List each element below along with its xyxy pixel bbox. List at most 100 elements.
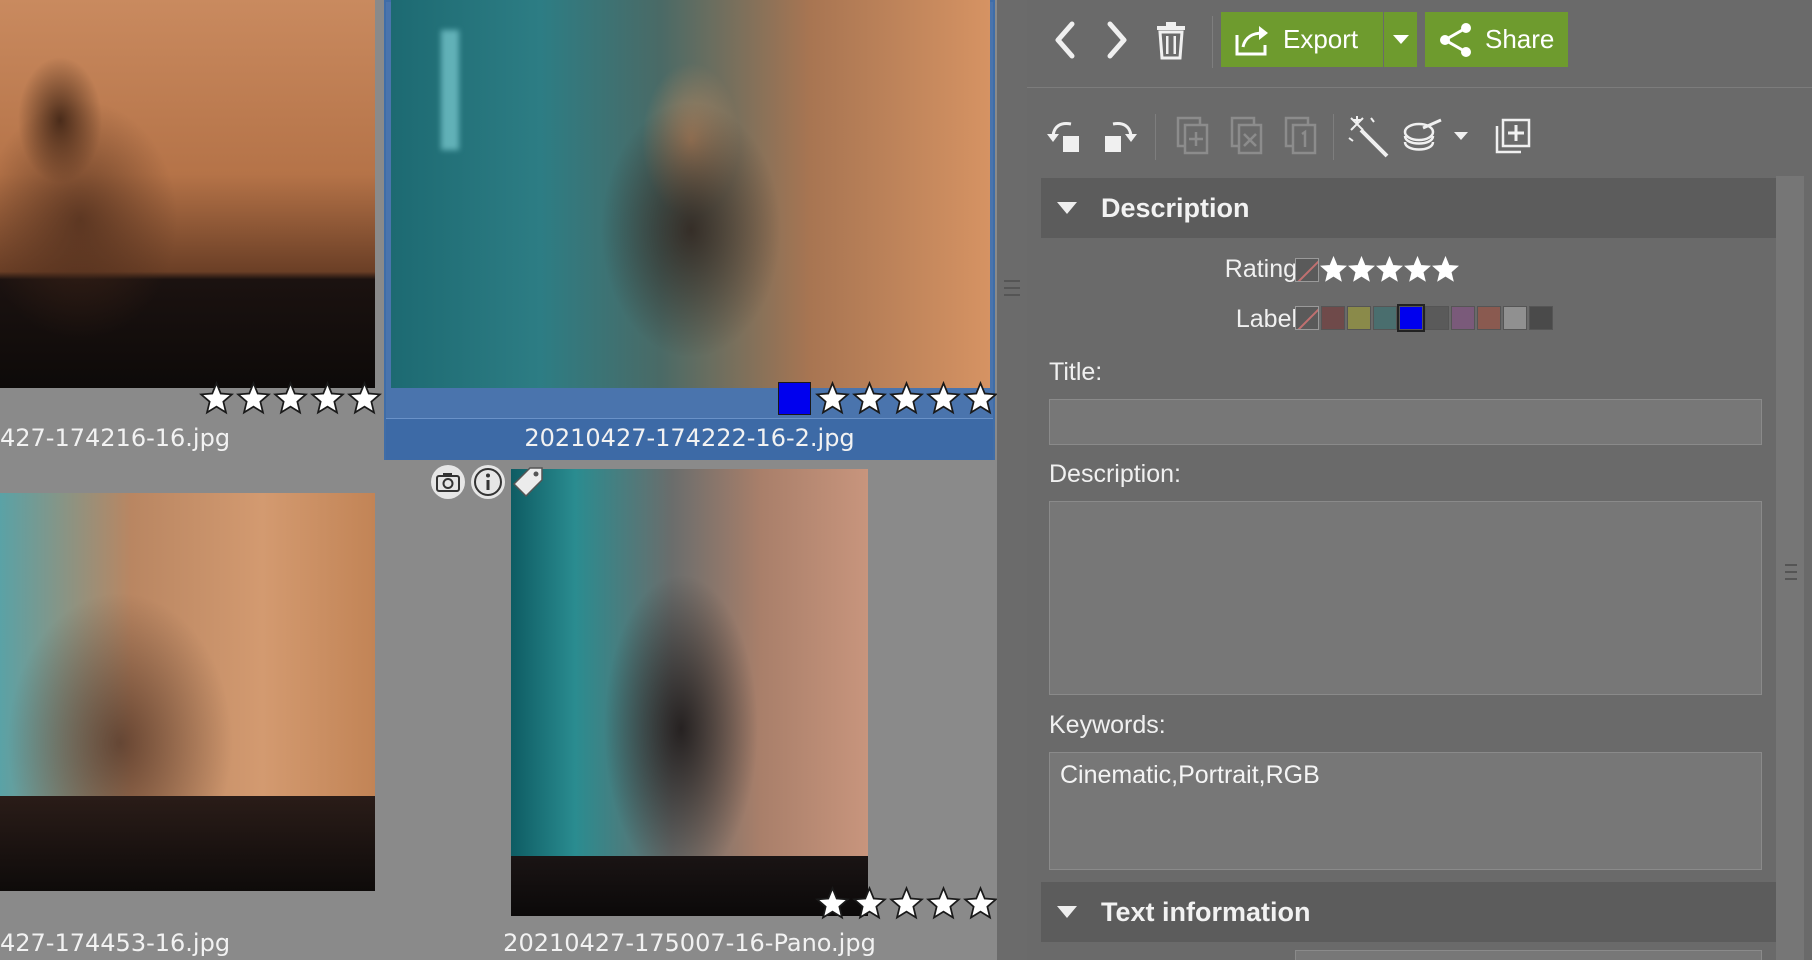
page-icon bbox=[1284, 116, 1317, 155]
rotate-right-icon bbox=[1105, 122, 1137, 152]
share-button[interactable]: Share bbox=[1425, 12, 1568, 67]
color-label-swatch[interactable] bbox=[1321, 306, 1345, 330]
rating-control[interactable] bbox=[1295, 256, 1459, 283]
star-icon[interactable] bbox=[815, 381, 850, 416]
label-label: Label: bbox=[1235, 305, 1304, 333]
layers-button[interactable] bbox=[1401, 114, 1447, 158]
color-label-swatch[interactable] bbox=[1503, 306, 1527, 330]
color-label-swatch[interactable] bbox=[1451, 306, 1475, 330]
forward-button[interactable] bbox=[1099, 18, 1135, 62]
thumbnail-browser[interactable]: 427-174216-16.jpg 20210427-174222-16-2.j… bbox=[0, 0, 997, 960]
add-page-icon bbox=[1495, 118, 1531, 154]
star-icon[interactable] bbox=[852, 381, 887, 416]
rating-star-icon[interactable] bbox=[1320, 256, 1347, 283]
color-label-swatch[interactable] bbox=[1477, 306, 1501, 330]
color-label-picker[interactable] bbox=[1295, 304, 1553, 332]
collapse-triangle-icon bbox=[1057, 906, 1077, 918]
color-label-swatch[interactable] bbox=[1347, 306, 1371, 330]
remove-button[interactable] bbox=[1229, 116, 1265, 156]
star-icon[interactable] bbox=[236, 381, 271, 416]
keywords-field-label: Keywords: bbox=[1049, 711, 1166, 739]
share-label: Share bbox=[1485, 24, 1555, 54]
rating-star-icon[interactable] bbox=[1348, 256, 1375, 283]
rotate-left-button[interactable] bbox=[1047, 114, 1087, 158]
no-rating-box[interactable] bbox=[1295, 257, 1319, 282]
star-icon[interactable] bbox=[889, 886, 924, 921]
panel-scrollbar[interactable] bbox=[1776, 176, 1804, 960]
description-field[interactable] bbox=[1049, 501, 1762, 695]
thumbnail-overlay-icons bbox=[430, 464, 546, 500]
chevron-left-icon bbox=[1055, 21, 1075, 59]
star-icon[interactable] bbox=[852, 886, 887, 921]
copy-icon bbox=[1176, 116, 1209, 155]
thumbnail-1-rating[interactable] bbox=[199, 381, 382, 416]
thumbnail-image-3[interactable] bbox=[0, 493, 375, 891]
rating-star-icon[interactable] bbox=[1376, 256, 1403, 283]
tag-icon[interactable] bbox=[510, 464, 546, 500]
properties-panel: Export Share Description Rating: Label: … bbox=[1027, 0, 1812, 960]
description-section-title: Description bbox=[1101, 192, 1250, 223]
chevron-right-icon bbox=[1107, 21, 1127, 59]
star-icon[interactable] bbox=[273, 381, 308, 416]
info-icon[interactable] bbox=[470, 464, 506, 500]
copy-button[interactable] bbox=[1175, 116, 1211, 156]
thumbnail-2-color-label[interactable] bbox=[778, 382, 811, 415]
back-button[interactable] bbox=[1047, 18, 1083, 62]
page-button[interactable] bbox=[1283, 116, 1319, 156]
thumbnail-4-rating[interactable] bbox=[815, 886, 997, 921]
chevron-down-icon bbox=[1392, 34, 1409, 44]
text-information-section-title: Text information bbox=[1101, 896, 1311, 927]
layers-icon bbox=[1403, 118, 1442, 151]
thumbnail-2-rating[interactable] bbox=[815, 381, 997, 416]
description-section-header[interactable]: Description bbox=[1041, 178, 1776, 238]
color-label-swatch[interactable] bbox=[1425, 306, 1449, 330]
star-icon[interactable] bbox=[347, 381, 382, 416]
thumbnail-2-filename: 20210427-174222-16-2.jpg bbox=[524, 424, 855, 452]
star-icon[interactable] bbox=[963, 886, 997, 921]
magic-wand-icon bbox=[1348, 116, 1389, 158]
thumbnail-image-1[interactable] bbox=[0, 0, 375, 388]
add-page-button[interactable] bbox=[1493, 114, 1533, 158]
color-label-swatch[interactable] bbox=[1373, 306, 1397, 330]
auto-fix-button[interactable] bbox=[1347, 114, 1391, 158]
share-icon bbox=[1440, 22, 1471, 57]
rating-star-icon[interactable] bbox=[1404, 256, 1431, 283]
thumbnail-image-2[interactable] bbox=[391, 0, 990, 388]
rotate-left-icon bbox=[1047, 122, 1079, 152]
text-information-section-header[interactable]: Text information bbox=[1041, 882, 1776, 942]
star-icon[interactable] bbox=[926, 381, 961, 416]
rating-label: Rating: bbox=[1224, 255, 1304, 283]
rating-star-icon[interactable] bbox=[1432, 256, 1459, 283]
camera-icon[interactable] bbox=[430, 464, 466, 500]
thumbnail-image-4[interactable] bbox=[511, 469, 868, 916]
title-field-label: Title: bbox=[1049, 358, 1103, 386]
app-window: 427-174216-16.jpg 20210427-174222-16-2.j… bbox=[0, 0, 1812, 960]
star-icon[interactable] bbox=[815, 886, 850, 921]
no-label-box[interactable] bbox=[1295, 306, 1319, 330]
color-label-swatch[interactable] bbox=[1529, 306, 1553, 330]
star-icon[interactable] bbox=[889, 381, 924, 416]
color-label-swatch[interactable] bbox=[1397, 304, 1425, 332]
collapse-triangle-icon bbox=[1057, 202, 1077, 214]
delete-button[interactable] bbox=[1151, 18, 1191, 62]
remove-icon bbox=[1230, 116, 1263, 155]
export-icon bbox=[1235, 25, 1268, 55]
title-field[interactable] bbox=[1049, 399, 1762, 445]
star-icon[interactable] bbox=[310, 381, 345, 416]
description-field-label: Description: bbox=[1049, 460, 1181, 488]
panel-splitter[interactable] bbox=[997, 0, 1027, 960]
star-icon[interactable] bbox=[926, 886, 961, 921]
star-icon[interactable] bbox=[199, 381, 234, 416]
star-icon[interactable] bbox=[963, 381, 997, 416]
thumbnail-3-filename: 427-174453-16.jpg bbox=[0, 929, 231, 957]
text-info-field[interactable] bbox=[1295, 950, 1762, 960]
export-button[interactable]: Export bbox=[1221, 12, 1383, 67]
main-toolbar: Export Share bbox=[1027, 0, 1812, 88]
export-label: Export bbox=[1283, 24, 1359, 54]
keywords-field[interactable]: Cinematic,Portrait,RGB bbox=[1049, 752, 1762, 870]
export-dropdown-button[interactable] bbox=[1384, 12, 1417, 67]
layers-dropdown-button[interactable] bbox=[1451, 126, 1471, 146]
rotate-right-button[interactable] bbox=[1097, 114, 1137, 158]
thumbnail-1-filename: 427-174216-16.jpg bbox=[0, 424, 231, 452]
chevron-down-icon bbox=[1454, 131, 1468, 140]
